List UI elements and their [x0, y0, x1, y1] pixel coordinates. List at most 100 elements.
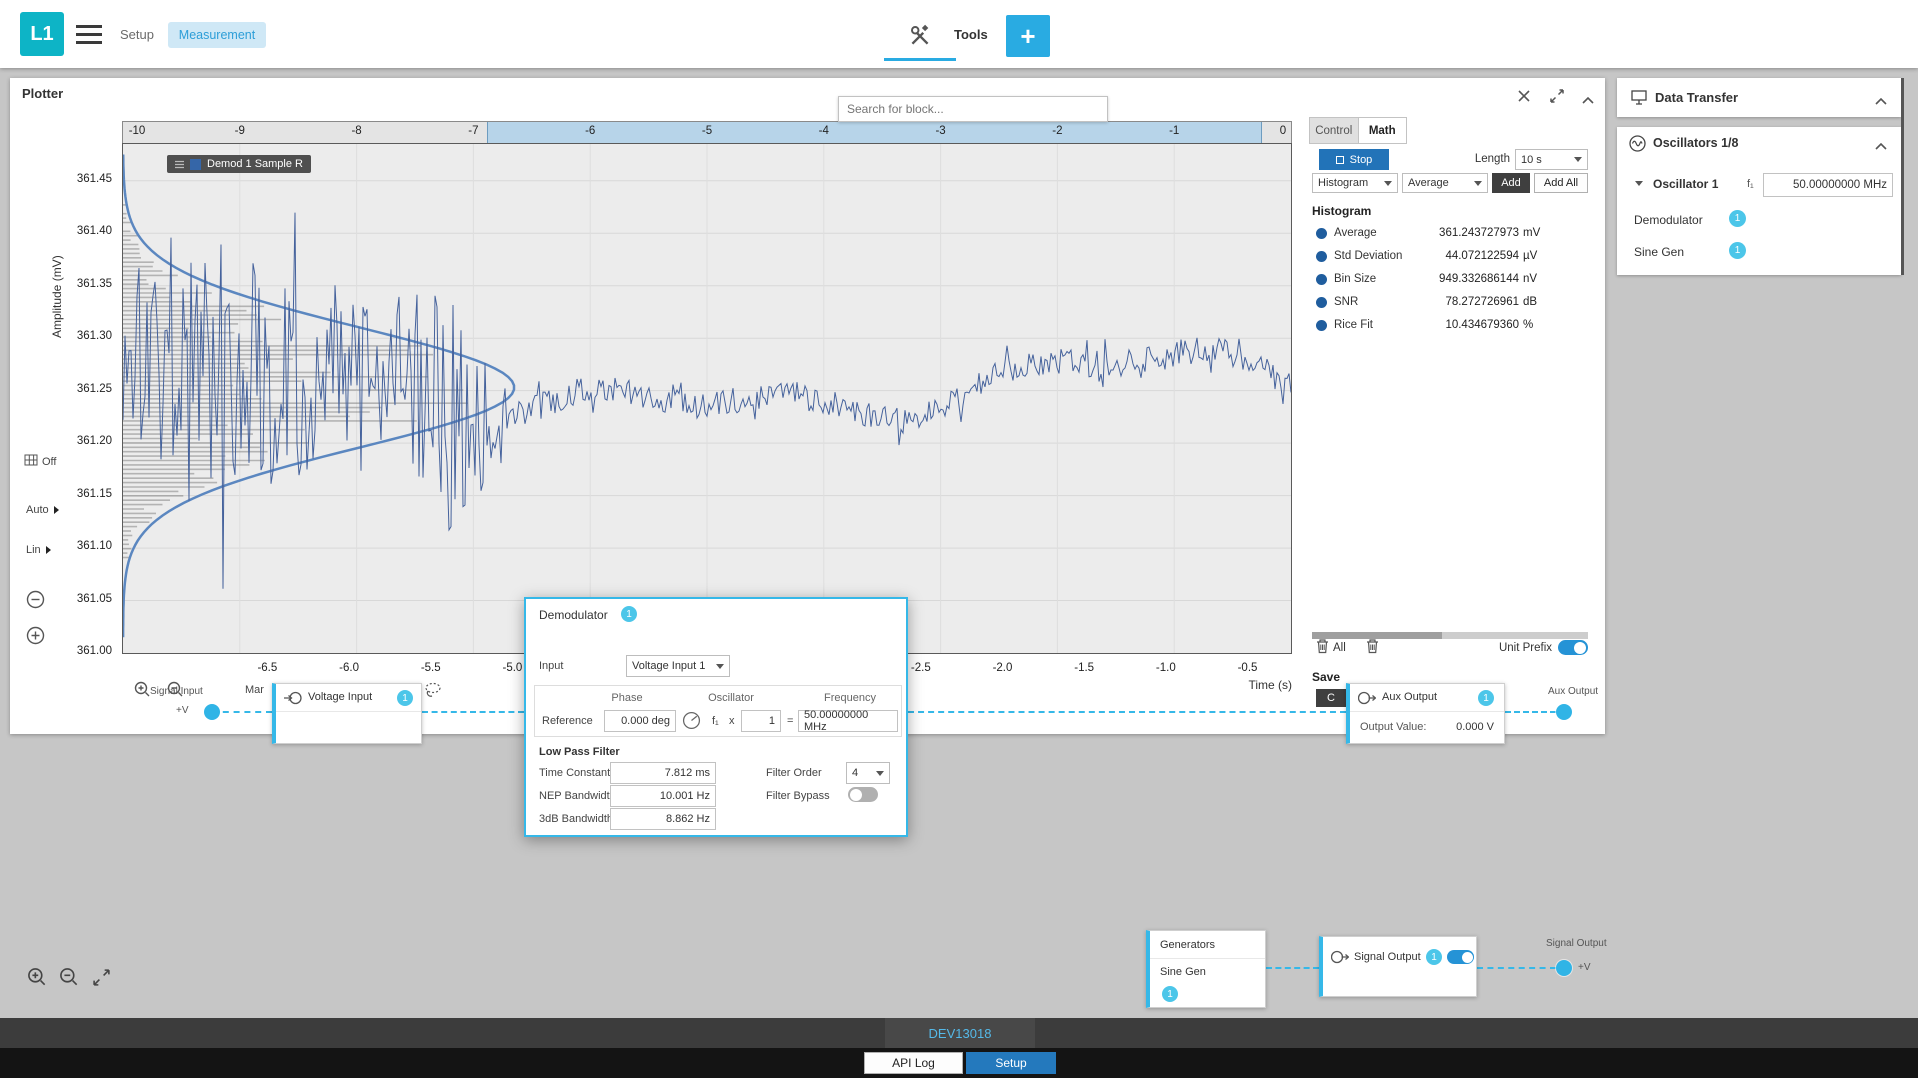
canvas-fit-icon[interactable]: [92, 968, 111, 990]
histogram-scrollbar[interactable]: [1312, 632, 1588, 639]
toggle-knob: [1574, 642, 1586, 654]
stop-icon: [1336, 156, 1344, 164]
series-color-dot[interactable]: [1316, 251, 1327, 262]
tab-math[interactable]: Math: [1359, 117, 1408, 144]
add-button[interactable]: Add: [1492, 173, 1530, 193]
add-all-button[interactable]: Add All: [1534, 173, 1588, 193]
oscillators-header[interactable]: Oscillators 1/8: [1617, 127, 1901, 159]
stat-row: SNR 78.272726961 dB: [1312, 293, 1592, 315]
device-bar: DEV13018: [0, 1018, 1918, 1048]
oscillator-frequency-input[interactable]: 50.00000000 MHz: [1763, 173, 1893, 197]
count-badge: 1: [1426, 949, 1442, 965]
phase-icon[interactable]: [682, 711, 701, 733]
overview-tick-label: -7: [468, 125, 478, 137]
device-tab[interactable]: DEV13018: [885, 1018, 1035, 1048]
x-tick-label: -6.5: [257, 662, 277, 674]
overview-tick-label: -4: [819, 125, 829, 137]
tools-icon-button[interactable]: [897, 15, 943, 57]
x-tick-label: -1.0: [1156, 662, 1176, 674]
generators-item-sine-gen[interactable]: Sine Gen: [1160, 966, 1206, 978]
aggregation-select[interactable]: Average: [1402, 173, 1488, 193]
data-transfer-header[interactable]: Data Transfer: [1617, 78, 1901, 117]
api-log-button[interactable]: API Log: [864, 1052, 963, 1074]
aux-output-block[interactable]: Aux Output 1 Output Value: 0.000 V: [1346, 683, 1505, 744]
scrollbar-thumb[interactable]: [1312, 632, 1442, 639]
control-math-tabs: Control Math: [1309, 117, 1407, 144]
chevron-up-icon[interactable]: [1875, 94, 1887, 108]
marker-tool-label[interactable]: Mar: [245, 684, 264, 696]
lin-scale-label: Lin: [26, 544, 41, 556]
length-select[interactable]: 10 s: [1515, 149, 1588, 170]
data-transfer-icon: [1631, 90, 1647, 108]
output-value: 0.000 V: [1456, 721, 1494, 733]
sidebar-item-demodulator[interactable]: Demodulator 1: [1617, 205, 1901, 235]
scale-lin-control[interactable]: Lin: [26, 544, 51, 556]
tab-control[interactable]: Control: [1309, 117, 1359, 144]
collapse-icon[interactable]: [1582, 93, 1594, 107]
tab-measurement[interactable]: Measurement: [168, 22, 266, 48]
plot-zoom-in-icon[interactable]: [133, 680, 151, 701]
demod-input-select[interactable]: Voltage Input 1: [626, 655, 730, 677]
stop-button[interactable]: Stop: [1319, 149, 1389, 170]
legend-drag-handle[interactable]: [175, 160, 184, 169]
signal-input-port[interactable]: [204, 704, 220, 720]
stat-label: Rice Fit: [1334, 319, 1373, 331]
series-color-dot[interactable]: [1316, 297, 1327, 308]
chevron-up-icon[interactable]: [1875, 139, 1887, 153]
filter-bypass-toggle[interactable]: [848, 787, 878, 802]
input-label: Input: [539, 660, 563, 672]
y-axis-title: Amplitude (mV): [50, 148, 66, 338]
series-color-dot[interactable]: [1316, 228, 1327, 239]
menu-icon[interactable]: [76, 25, 102, 44]
nep-bandwidth-input[interactable]: 10.001 Hz: [610, 785, 716, 807]
x-tick-label: -6.0: [339, 662, 359, 674]
aux-output-port[interactable]: [1556, 704, 1572, 720]
filter-order-select[interactable]: 4: [846, 762, 890, 784]
mode-select[interactable]: Histogram: [1312, 173, 1398, 193]
copy-button[interactable]: C: [1316, 689, 1346, 707]
zoom-in-y-icon[interactable]: [26, 626, 45, 648]
frequency-input[interactable]: 50.00000000 MHz: [798, 710, 898, 732]
grid-toggle[interactable]: Off: [24, 454, 56, 469]
signal-output-port[interactable]: [1556, 960, 1572, 976]
data-transfer-title: Data Transfer: [1655, 90, 1738, 105]
series-color-dot[interactable]: [1316, 274, 1327, 285]
tab-setup[interactable]: Setup: [120, 27, 154, 42]
signal-output-block[interactable]: Signal Output 1: [1319, 936, 1477, 997]
x-axis-title: Time (s): [1200, 678, 1292, 692]
voltage-input-block[interactable]: Voltage Input 1: [272, 683, 422, 744]
signal-output-toggle[interactable]: [1447, 950, 1474, 964]
overview-axis[interactable]: -10-9-8-7-6-5-4-3-2-10: [122, 121, 1292, 143]
search-input[interactable]: [838, 96, 1108, 122]
sidebar-scroll-divider[interactable]: [1901, 78, 1904, 275]
unit-prefix-toggle[interactable]: [1558, 640, 1588, 655]
add-block-button[interactable]: +: [1006, 15, 1050, 57]
overview-tick-label: -8: [351, 125, 361, 137]
delete-selected-button[interactable]: [1366, 639, 1379, 657]
canvas-zoom-out-icon[interactable]: [58, 966, 79, 990]
generators-block[interactable]: Generators Sine Gen 1: [1146, 930, 1266, 1008]
time-constant-input[interactable]: 7.812 ms: [610, 762, 716, 784]
reference-phase-input[interactable]: 0.000 deg: [604, 710, 676, 732]
lasso-tool-icon[interactable]: [424, 682, 442, 701]
app-logo[interactable]: L1: [20, 12, 64, 56]
tab-measurement-label: Measurement: [179, 28, 255, 42]
setup-button[interactable]: Setup: [966, 1052, 1056, 1074]
overview-tick-label: -5: [702, 125, 712, 137]
scale-auto-control[interactable]: Auto: [26, 504, 59, 516]
close-icon[interactable]: [1518, 90, 1530, 105]
clear-all-button[interactable]: All: [1316, 639, 1346, 657]
block-label: Signal Output: [1354, 951, 1421, 963]
threedb-bandwidth-input[interactable]: 8.862 Hz: [610, 808, 716, 830]
multiplier-input[interactable]: 1: [741, 710, 781, 732]
zoom-out-y-icon[interactable]: [26, 590, 45, 612]
grid-label: Off: [42, 456, 56, 468]
sidebar-item-sine-gen[interactable]: Sine Gen 1: [1617, 237, 1901, 267]
canvas-zoom-in-icon[interactable]: [26, 966, 47, 990]
series-color-dot[interactable]: [1316, 320, 1327, 331]
flyout-arrow-icon: [46, 546, 51, 554]
plot-area[interactable]: Demod 1 Sample R: [122, 143, 1292, 654]
caret-down-icon[interactable]: [1635, 181, 1643, 186]
expand-icon[interactable]: [1550, 89, 1564, 106]
chart-legend[interactable]: Demod 1 Sample R: [167, 155, 311, 173]
